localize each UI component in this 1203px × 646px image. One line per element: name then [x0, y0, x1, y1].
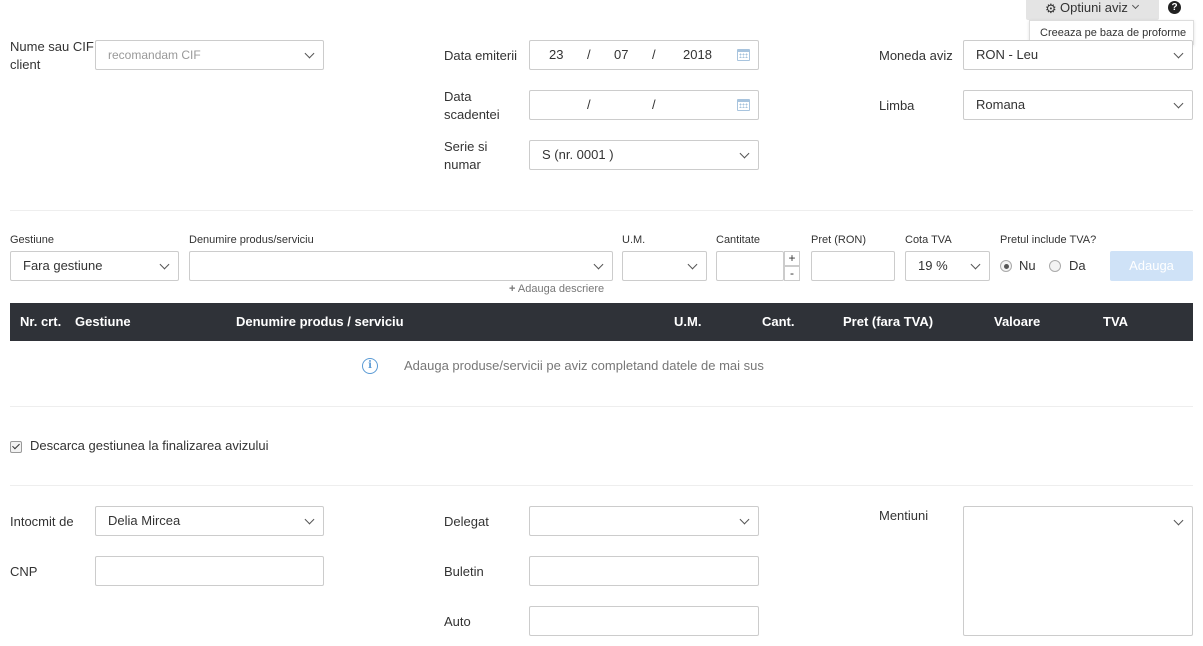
column-header: Valoare — [994, 314, 1041, 329]
calendar-icon[interactable] — [737, 99, 750, 111]
cnp-label: CNP — [10, 564, 38, 579]
check-icon — [12, 441, 20, 450]
chevron-down-icon — [304, 514, 315, 525]
info-icon: i — [362, 358, 378, 374]
delegate-label: Delegat — [444, 514, 489, 529]
discharge-checkbox[interactable] — [10, 441, 22, 453]
add-description-label: Adauga descriere — [517, 283, 605, 295]
chevron-down-icon — [1173, 98, 1184, 109]
discharge-label: Descarca gestiunea la finalizarea avizul… — [30, 438, 269, 453]
currency-select[interactable]: RON - Leu — [963, 40, 1193, 70]
chevron-down-icon — [1173, 48, 1184, 59]
column-header: U.M. — [674, 314, 702, 329]
empty-table-message: Adauga produse/servicii pe aviz completa… — [404, 358, 764, 373]
vat-label: Cota TVA — [905, 234, 952, 246]
client-label: Nume sau CIF client — [10, 39, 94, 72]
add-description-link[interactable]: + Adauga descriere — [509, 282, 604, 296]
gear-icon: ⚙ — [1045, 1, 1057, 16]
date-separator: / — [587, 97, 591, 112]
add-product-label: Adauga — [1129, 258, 1174, 273]
divider — [10, 406, 1193, 407]
vat-yes-label: Da — [1069, 258, 1086, 273]
issue-date-year[interactable]: 2018 — [683, 41, 712, 69]
add-product-button[interactable]: Adauga — [1110, 251, 1193, 281]
client-select[interactable]: recomandam CIF — [95, 40, 324, 70]
gestiune-label: Gestiune — [10, 234, 55, 246]
issue-date-input[interactable]: 23 / 07 / 2018 — [529, 40, 759, 70]
cnp-input[interactable] — [95, 556, 324, 586]
product-label: Denumire produs/serviciu — [189, 234, 314, 246]
chevron-down-icon — [593, 259, 604, 270]
language-select[interactable]: Romana — [963, 90, 1193, 120]
prepared-by-select[interactable]: Delia Mircea — [95, 506, 324, 536]
notes-textarea[interactable] — [963, 506, 1193, 636]
id-card-label: Buletin — [444, 564, 484, 579]
gestiune-select[interactable]: Fara gestiune — [10, 251, 179, 281]
language-label: Limba — [879, 98, 915, 113]
vat-select[interactable]: 19 % — [905, 251, 990, 281]
date-separator: / — [652, 97, 656, 112]
due-date-input[interactable]: / / — [529, 90, 759, 120]
issue-date-day[interactable]: 23 — [549, 41, 563, 69]
series-label: Serie si numar — [444, 139, 488, 172]
series-select[interactable]: S (nr. 0001 ) — [529, 140, 759, 170]
products-table-header: Nr. crt. Gestiune Denumire produs / serv… — [10, 303, 1193, 341]
quantity-input[interactable] — [716, 251, 784, 281]
quantity-label: Cantitate — [716, 234, 761, 246]
chevron-down-icon — [739, 148, 750, 159]
series-value: S (nr. 0001 ) — [542, 147, 614, 162]
vat-value: 19 % — [918, 258, 948, 273]
chevron-down-icon — [739, 514, 750, 525]
plus-icon: + — [509, 283, 516, 295]
id-card-input[interactable] — [529, 556, 759, 586]
um-label: U.M. — [622, 234, 646, 246]
options-menu-label: Optiuni aviz — [1060, 0, 1128, 15]
currency-value: RON - Leu — [976, 47, 1039, 62]
price-label: Pret (RON) — [811, 234, 866, 246]
divider — [10, 210, 1193, 211]
chevron-down-icon — [970, 259, 981, 270]
gestiune-value: Fara gestiune — [23, 258, 103, 273]
delegate-select[interactable] — [529, 506, 759, 536]
car-input[interactable] — [529, 606, 759, 636]
prepared-by-label: Intocmit de — [10, 514, 74, 529]
chevron-down-icon — [304, 48, 315, 59]
product-select[interactable] — [189, 251, 613, 281]
prepared-by-value: Delia Mircea — [108, 513, 181, 528]
um-select[interactable] — [622, 251, 707, 281]
vat-no-radio[interactable] — [1000, 260, 1012, 272]
column-header: Nr. crt. — [20, 314, 62, 329]
vat-yes-radio[interactable] — [1049, 260, 1061, 272]
chevron-down-icon — [1173, 515, 1184, 526]
chevron-down-icon — [1131, 1, 1140, 10]
vat-no-label: Nu — [1019, 258, 1036, 273]
issue-date-month[interactable]: 07 — [614, 41, 628, 69]
quantity-decrement-button[interactable]: - — [784, 266, 800, 281]
divider — [10, 485, 1193, 486]
language-value: Romana — [976, 97, 1026, 112]
client-placeholder: recomandam CIF — [108, 48, 201, 62]
chevron-down-icon — [687, 259, 698, 270]
column-header: Denumire produs / serviciu — [236, 314, 404, 329]
chevron-down-icon — [159, 259, 170, 270]
quantity-increment-button[interactable]: + — [784, 251, 800, 266]
includes-vat-label: Pretul include TVA? — [1000, 234, 1097, 246]
help-icon[interactable]: ? — [1168, 1, 1181, 14]
column-header: Pret (fara TVA) — [843, 314, 934, 329]
column-header: Cant. — [762, 314, 795, 329]
column-header: Gestiune — [75, 314, 131, 329]
car-label: Auto — [444, 614, 471, 629]
price-input[interactable] — [811, 251, 895, 281]
currency-label: Moneda aviz — [879, 48, 953, 63]
notes-label: Mentiuni — [879, 508, 929, 523]
date-separator: / — [652, 47, 656, 62]
column-header: TVA — [1103, 314, 1129, 329]
due-date-label: Data scadentei — [444, 89, 500, 122]
options-menu-button[interactable]: ⚙ Optiuni aviz — [1026, 0, 1159, 20]
date-separator: / — [587, 47, 591, 62]
calendar-icon[interactable] — [737, 49, 750, 61]
issue-date-label: Data emiterii — [444, 48, 517, 63]
